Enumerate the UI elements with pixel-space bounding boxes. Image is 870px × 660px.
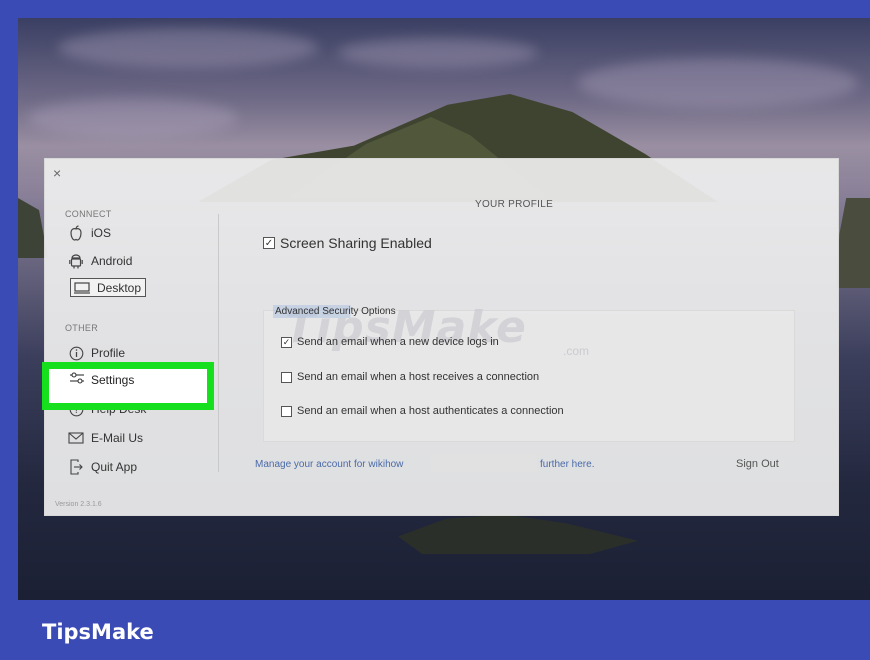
- manage-account-link-suffix[interactable]: further here.: [540, 459, 594, 470]
- sidebar-item-android[interactable]: Android: [67, 250, 132, 272]
- cloud-shape: [58, 28, 318, 68]
- sidebar-item-label: Settings: [91, 372, 135, 387]
- watermark-suffix: .com: [563, 344, 590, 358]
- sidebar-item-label: Quit App: [91, 460, 138, 474]
- page-title: YOUR PROFILE: [475, 199, 554, 210]
- mail-icon: [67, 431, 85, 445]
- option-label: Send an email when a host authenticates …: [297, 405, 564, 417]
- sidebar: CONNECT iOS Android Desktop OTHER Profil: [45, 159, 220, 515]
- checkbox-checked-icon: ✓: [263, 237, 275, 249]
- connect-section-label: CONNECT: [65, 209, 112, 219]
- option-new-device-checkbox[interactable]: ✓ Send an email when a new device logs i…: [281, 336, 499, 348]
- screen-sharing-label: Screen Sharing Enabled: [280, 235, 432, 251]
- settings-icon: [69, 371, 85, 388]
- sidebar-item-label: Desktop: [97, 280, 142, 295]
- sidebar-item-label: E-Mail Us: [91, 431, 144, 445]
- option-label: Send an email when a host receives a con…: [297, 371, 540, 383]
- other-section-label: OTHER: [65, 323, 98, 333]
- apple-icon: [67, 225, 85, 241]
- sidebar-item-label: iOS: [91, 226, 112, 240]
- checkbox-checked-icon: ✓: [281, 336, 292, 348]
- option-label: Send an email when a new device logs in: [297, 336, 499, 348]
- cloud-shape: [28, 98, 238, 138]
- sidebar-item-email-us[interactable]: E-Mail Us: [67, 427, 143, 449]
- sidebar-item-quit-app[interactable]: Quit App: [67, 456, 137, 478]
- sign-out-button[interactable]: Sign Out: [736, 458, 779, 470]
- sidebar-item-label: Android: [91, 254, 133, 268]
- option-host-receives-checkbox[interactable]: Send an email when a host receives a con…: [281, 371, 539, 383]
- android-icon: [67, 253, 85, 269]
- info-icon: [67, 346, 85, 361]
- sidebar-item-label: Profile: [91, 346, 126, 360]
- version-label: Version 2.3.1.6: [55, 501, 102, 508]
- option-host-authenticates-checkbox[interactable]: Send an email when a host authenticates …: [281, 405, 564, 417]
- advanced-security-title: Advanced Security Options: [273, 305, 398, 318]
- sidebar-item-ios[interactable]: iOS: [67, 222, 111, 244]
- island-shape: [398, 514, 638, 554]
- sidebar-item-profile[interactable]: Profile: [67, 342, 125, 364]
- quit-icon: [67, 459, 85, 475]
- cliff-shape: [836, 198, 870, 288]
- cloud-shape: [338, 38, 538, 68]
- cloud-shape: [578, 58, 858, 108]
- brand-logo-text: TipsMake: [42, 620, 154, 644]
- desktop-icon: [73, 281, 91, 294]
- checkbox-unchecked-icon: [281, 405, 292, 417]
- redacted-email: [431, 454, 537, 472]
- sidebar-divider: [218, 214, 219, 472]
- screen-sharing-checkbox[interactable]: ✓ Screen Sharing Enabled: [263, 235, 432, 251]
- sidebar-item-desktop[interactable]: Desktop: [70, 278, 147, 297]
- app-window: × CONNECT iOS Android Desktop OTHER Prof…: [42, 158, 839, 516]
- manage-account-link[interactable]: Manage your account for wikihow: [255, 459, 403, 470]
- sidebar-item-settings[interactable]: Settings: [69, 371, 134, 388]
- checkbox-unchecked-icon: [281, 371, 292, 383]
